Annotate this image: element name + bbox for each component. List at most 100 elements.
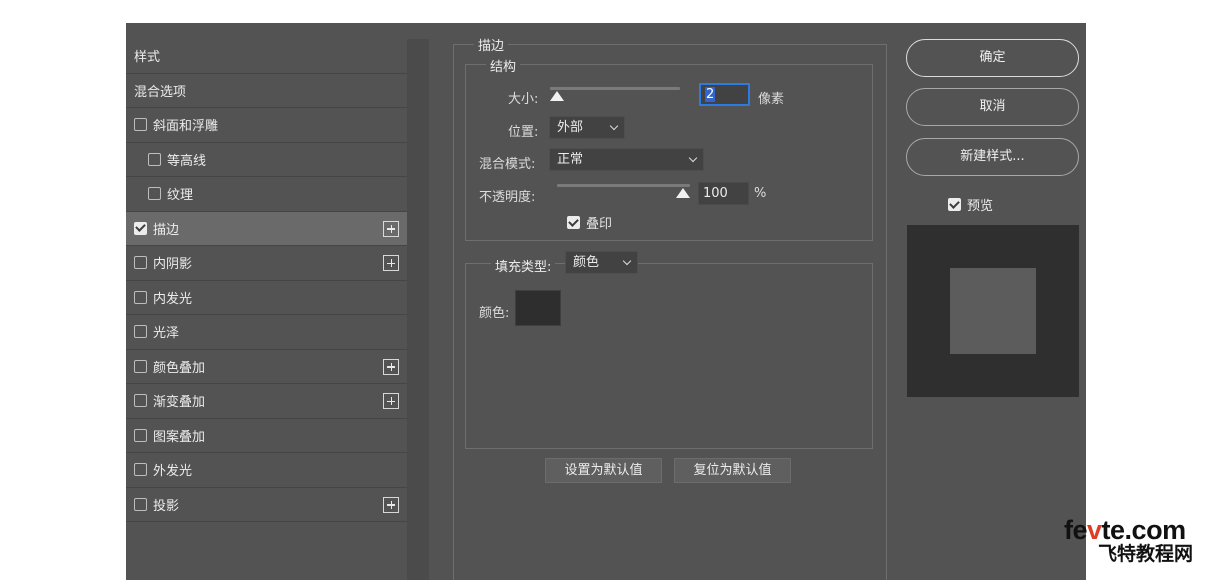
chevron-down-icon xyxy=(688,153,698,163)
blending-options-label: 混合选项 xyxy=(134,84,187,100)
style-item-label: 斜面和浮雕 xyxy=(153,119,219,135)
position-dropdown-value: 外部 xyxy=(557,120,584,135)
overprint-option[interactable]: 叠印 xyxy=(567,213,612,232)
style-item-label: 内发光 xyxy=(153,291,193,307)
opacity-label: 不透明度: xyxy=(479,190,536,205)
reset-default-button[interactable]: 复位为默认值 xyxy=(674,458,791,483)
position-label: 位置: xyxy=(508,125,539,140)
style-item-pattern-overlay[interactable]: 图案叠加 xyxy=(126,419,407,453)
style-item-inner-shadow[interactable]: 内阴影 xyxy=(126,246,407,281)
watermark-domain-part: te.com xyxy=(1101,515,1187,545)
texture-checkbox[interactable] xyxy=(148,187,161,201)
fill-color-label: 颜色: xyxy=(479,306,510,321)
style-item-outer-glow[interactable]: 外发光 xyxy=(126,453,407,488)
ok-button[interactable]: 确定 xyxy=(906,39,1079,77)
style-item-label: 等高线 xyxy=(167,153,207,169)
structure-group-title: 结构 xyxy=(486,56,521,75)
opacity-slider-track[interactable] xyxy=(557,184,690,187)
style-item-satin[interactable]: 光泽 xyxy=(126,315,407,350)
add-inner-shadow-plus-icon[interactable] xyxy=(383,255,399,271)
stroke-checkbox[interactable] xyxy=(134,221,147,235)
style-list-scrollbar[interactable] xyxy=(407,39,429,580)
watermark-domain: fevte.com xyxy=(1064,515,1224,545)
style-item-texture[interactable]: 纹理 xyxy=(126,177,407,212)
add-drop-shadow-plus-icon[interactable] xyxy=(383,496,399,513)
size-label: 大小: xyxy=(508,92,539,107)
blending-options-item[interactable]: 混合选项 xyxy=(126,74,407,108)
cancel-button-label: 取消 xyxy=(979,99,1006,114)
style-item-label: 渐变叠加 xyxy=(153,395,206,411)
opacity-slider-thumb[interactable] xyxy=(676,188,690,198)
set-default-button[interactable]: 设置为默认值 xyxy=(545,458,662,483)
drop-shadow-checkbox[interactable] xyxy=(134,497,147,511)
new-style-button-label: 新建样式... xyxy=(960,149,1025,164)
size-slider-track[interactable] xyxy=(550,87,680,90)
ok-button-label: 确定 xyxy=(979,50,1006,65)
style-item-stroke[interactable]: 描边 xyxy=(126,211,407,246)
inner-glow-checkbox[interactable] xyxy=(134,290,147,304)
style-preview-inner-square xyxy=(950,268,1036,354)
style-list: 样式 混合选项 斜面和浮雕 等高线 纹理 描边 内阴影 内发光 光泽 颜色叠加 … xyxy=(126,39,407,522)
satin-checkbox[interactable] xyxy=(134,325,147,339)
preview-label: 预览 xyxy=(967,199,994,214)
chevron-down-icon xyxy=(609,121,619,131)
style-item-inner-glow[interactable]: 内发光 xyxy=(126,281,407,315)
style-item-label: 外发光 xyxy=(153,464,193,480)
style-item-label: 投影 xyxy=(153,498,180,514)
style-item-drop-shadow[interactable]: 投影 xyxy=(126,488,407,522)
blend-mode-dropdown[interactable]: 正常 xyxy=(549,148,704,171)
watermark-domain-accent: v xyxy=(1087,515,1102,545)
fill-type-label: 填充类型: xyxy=(491,256,556,275)
chevron-down-icon xyxy=(622,256,632,266)
set-default-button-label: 设置为默认值 xyxy=(564,463,643,478)
bevel-emboss-checkbox[interactable] xyxy=(134,118,147,132)
style-list-header-label: 样式 xyxy=(134,50,161,66)
size-unit-label: 像素 xyxy=(758,92,785,107)
style-item-label: 描边 xyxy=(153,222,180,238)
blend-mode-label: 混合模式: xyxy=(479,157,536,172)
fill-type-dropdown-value: 颜色 xyxy=(573,255,600,270)
opacity-input-value: 100 xyxy=(703,186,728,201)
opacity-unit-label: % xyxy=(754,186,767,201)
style-item-color-overlay[interactable]: 颜色叠加 xyxy=(126,350,407,384)
fill-type-dropdown[interactable]: 颜色 xyxy=(565,251,638,274)
overprint-label: 叠印 xyxy=(586,217,613,232)
style-item-label: 纹理 xyxy=(167,188,194,204)
opacity-input[interactable]: 100 xyxy=(698,182,749,205)
style-item-bevel-emboss[interactable]: 斜面和浮雕 xyxy=(126,108,407,143)
size-input[interactable]: 2 xyxy=(699,83,750,106)
fill-color-swatch[interactable] xyxy=(515,290,561,326)
watermark-site-name: 飞特教程网 xyxy=(1098,543,1194,565)
style-preview-thumbnail xyxy=(907,225,1079,397)
stroke-group-title: 描边 xyxy=(474,35,509,54)
add-gradient-overlay-plus-icon[interactable] xyxy=(383,393,399,409)
reset-default-button-label: 复位为默认值 xyxy=(693,463,772,478)
style-item-gradient-overlay[interactable]: 渐变叠加 xyxy=(126,384,407,419)
size-slider-thumb[interactable] xyxy=(550,91,564,101)
style-item-label: 光泽 xyxy=(153,326,180,342)
watermark-domain-part: fe xyxy=(1064,515,1088,545)
color-overlay-checkbox[interactable] xyxy=(134,359,147,373)
overprint-checkbox[interactable] xyxy=(567,216,580,229)
style-item-label: 图案叠加 xyxy=(153,429,206,445)
add-stroke-plus-icon[interactable] xyxy=(383,220,399,237)
add-color-overlay-plus-icon[interactable] xyxy=(383,358,399,375)
layer-style-dialog: 样式 混合选项 斜面和浮雕 等高线 纹理 描边 内阴影 内发光 光泽 颜色叠加 … xyxy=(126,23,1086,580)
cancel-button[interactable]: 取消 xyxy=(906,88,1079,126)
contour-checkbox[interactable] xyxy=(148,152,161,166)
inner-shadow-checkbox[interactable] xyxy=(134,256,147,270)
preview-option[interactable]: 预览 xyxy=(948,195,993,214)
watermark: fevte.com 飞特教程网 xyxy=(1064,515,1224,566)
style-item-label: 内阴影 xyxy=(153,257,193,273)
outer-glow-checkbox[interactable] xyxy=(134,463,147,477)
style-item-contour[interactable]: 等高线 xyxy=(126,143,407,177)
gradient-overlay-checkbox[interactable] xyxy=(134,394,147,408)
blend-mode-dropdown-value: 正常 xyxy=(557,152,584,167)
size-input-value: 2 xyxy=(705,87,716,102)
new-style-button[interactable]: 新建样式... xyxy=(906,138,1079,176)
pattern-overlay-checkbox[interactable] xyxy=(134,428,147,442)
position-dropdown[interactable]: 外部 xyxy=(549,116,625,139)
preview-checkbox[interactable] xyxy=(948,198,961,211)
style-item-label: 颜色叠加 xyxy=(153,360,206,376)
style-list-header[interactable]: 样式 xyxy=(126,39,407,74)
